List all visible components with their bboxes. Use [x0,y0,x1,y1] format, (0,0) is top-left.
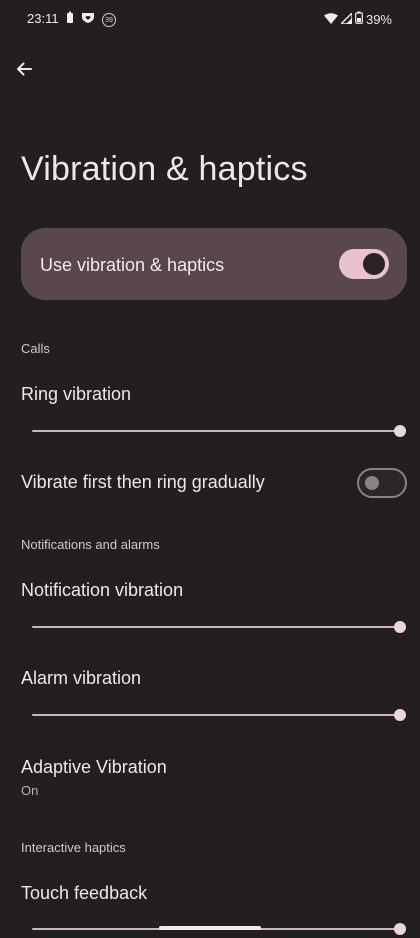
status-notification-icons: 39 [66,11,116,29]
status-system-icons: 39% [323,10,392,27]
use-vibration-label: Use vibration & haptics [40,255,225,275]
adaptive-vibration-summary: On [21,783,39,798]
arrow-back-icon [17,62,32,76]
page-title: Vibration & haptics [21,150,308,188]
slider-thumb[interactable] [394,709,406,721]
notification-vibration-slider[interactable] [32,621,406,633]
slider-track [32,626,400,628]
vibrate-first-switch[interactable] [357,468,407,498]
notification-count-badge: 39 [102,13,116,27]
notification-vibration-label: Notification vibration [21,580,184,600]
touch-feedback-label: Touch feedback [21,883,148,903]
signal-icon [339,10,353,27]
back-button[interactable] [12,57,36,81]
section-header-calls: Calls [21,341,50,356]
section-header-notifications: Notifications and alarms [21,537,160,552]
battery-saver-icon [66,11,74,29]
battery-icon [355,11,363,27]
slider-track [32,714,400,716]
switch-thumb [365,476,379,490]
slider-thumb[interactable] [394,425,406,437]
ring-vibration-slider[interactable] [32,425,406,437]
slider-thumb[interactable] [394,621,406,633]
status-time: 23:11 [27,11,59,26]
vibrate-first-label: Vibrate first then ring gradually [21,472,265,492]
slider-track [32,430,400,432]
wifi-icon [323,12,338,27]
battery-percent: 39% [365,11,392,27]
alarm-vibration-slider[interactable] [32,709,406,721]
shield-wifi-icon [81,11,95,29]
slider-thumb[interactable] [394,923,406,935]
adaptive-vibration-label[interactable]: Adaptive Vibration [21,757,167,778]
ring-vibration-label: Ring vibration [21,384,132,404]
status-bar: 23:11 39 39% [0,0,420,36]
section-header-interactive-haptics: Interactive haptics [21,840,126,855]
switch-thumb [363,253,385,275]
use-vibration-card[interactable]: Use vibration & haptics [21,228,407,300]
alarm-vibration-label: Alarm vibration [21,668,142,688]
gesture-navigation-handle[interactable] [159,926,261,930]
use-vibration-switch[interactable] [339,249,389,279]
